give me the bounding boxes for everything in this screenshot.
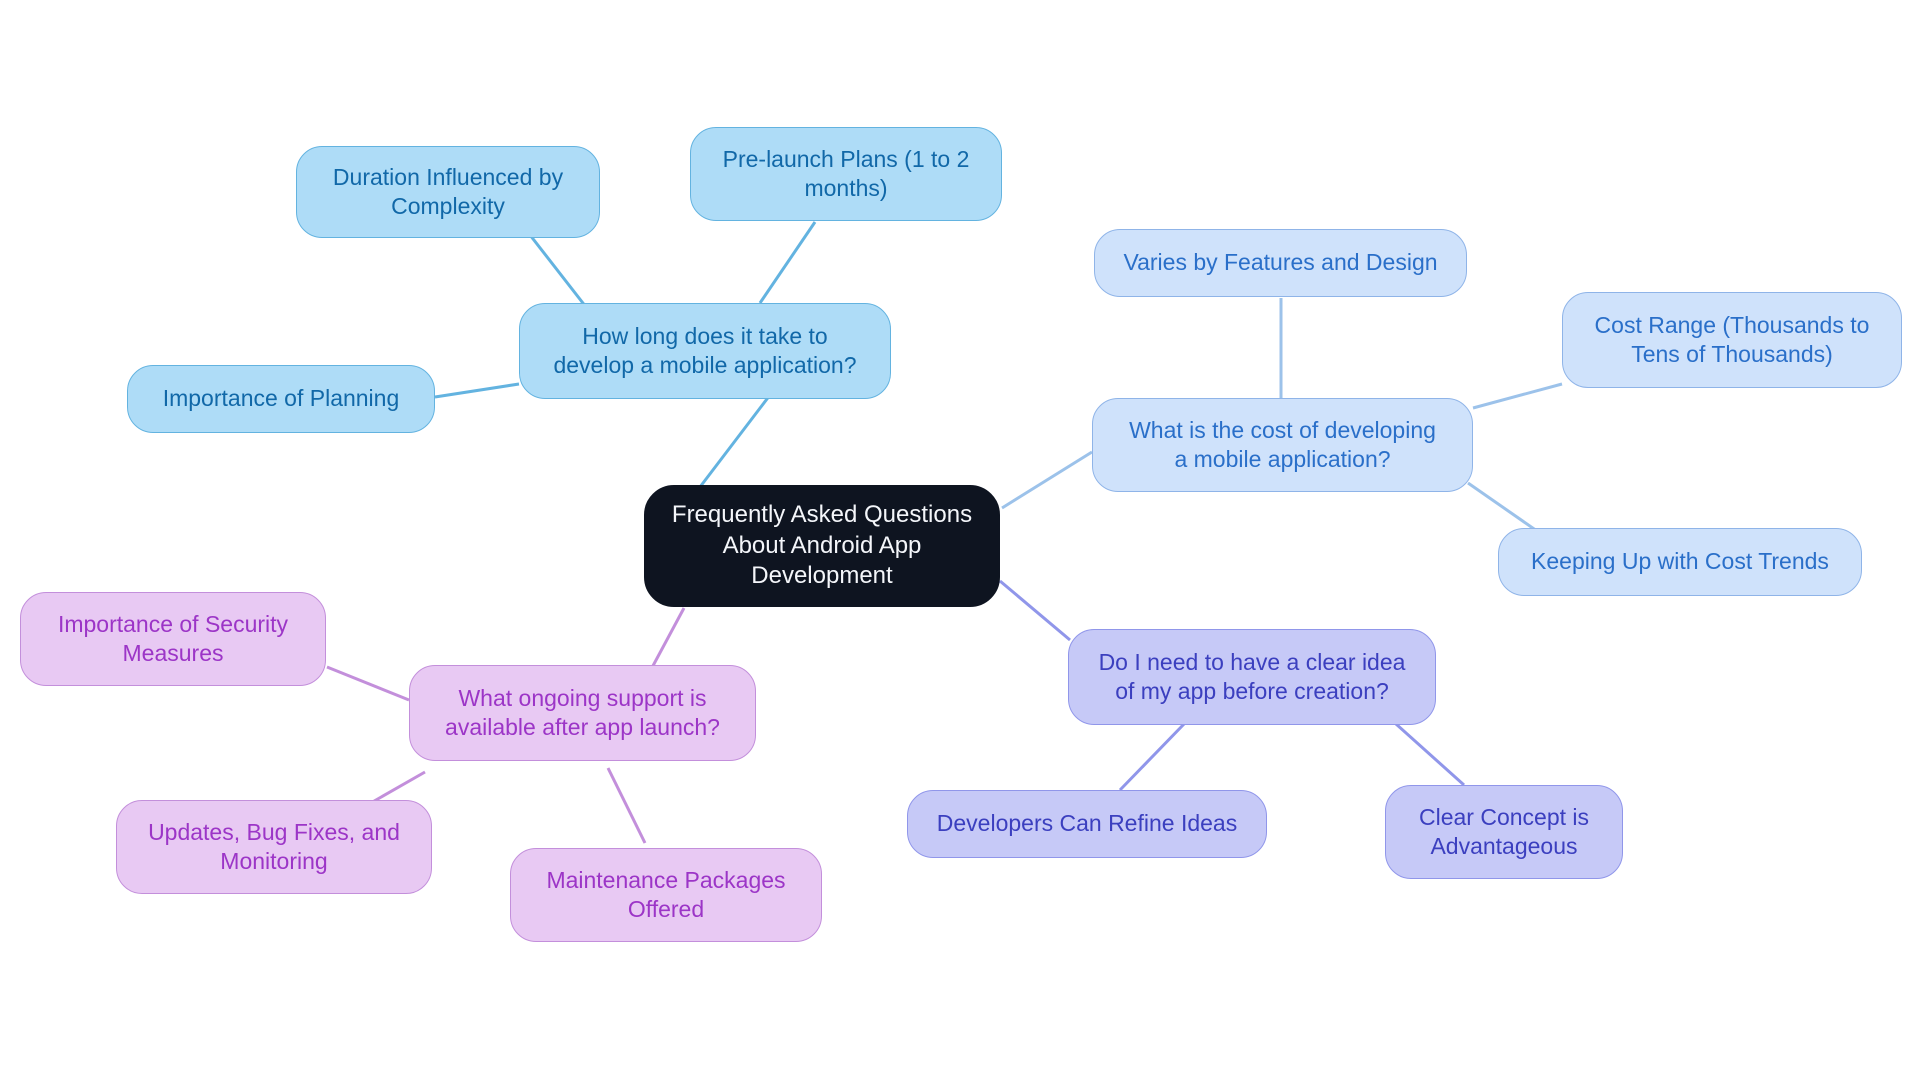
root-node-label: Frequently Asked Questions About Android… [671, 500, 973, 590]
branch-node-cost[interactable]: What is the cost of developing a mobile … [1092, 398, 1473, 492]
branch-node-cost-label: What is the cost of developing a mobile … [1129, 416, 1436, 472]
branch-node-clear-idea[interactable]: Do I need to have a clear idea of my app… [1068, 629, 1436, 725]
child-node-varies-features[interactable]: Varies by Features and Design [1094, 229, 1467, 297]
child-node-importance-planning[interactable]: Importance of Planning [127, 365, 435, 433]
edge-root-to-cost [1001, 450, 1093, 510]
edge-duration-to-planning [434, 382, 520, 399]
edge-support-to-security [326, 665, 410, 702]
edge-duration-to-prelaunch [758, 221, 817, 304]
branch-node-clear-idea-label: Do I need to have a clear idea of my app… [1098, 648, 1406, 704]
child-node-maintenance-packages[interactable]: Maintenance Packages Offered [510, 848, 822, 942]
child-node-cost-trends[interactable]: Keeping Up with Cost Trends [1498, 528, 1862, 596]
branch-node-support[interactable]: What ongoing support is available after … [409, 665, 756, 761]
child-node-updates-bugfixes-label: Updates, Bug Fixes, and Monitoring [148, 818, 400, 874]
child-node-cost-range-label: Cost Range (Thousands to Tens of Thousan… [1594, 311, 1870, 367]
child-node-refine-ideas[interactable]: Developers Can Refine Ideas [907, 790, 1267, 858]
child-node-importance-planning-label: Importance of Planning [162, 385, 400, 412]
child-node-duration-complexity-label: Duration Influenced by Complexity [332, 163, 564, 219]
child-node-security-measures[interactable]: Importance of Security Measures [20, 592, 326, 686]
edge-support-to-maintenance [606, 767, 647, 844]
child-node-clear-concept-label: Clear Concept is Advantageous [1418, 803, 1590, 859]
child-node-refine-ideas-label: Developers Can Refine Ideas [936, 810, 1238, 837]
mindmap-canvas: Frequently Asked Questions About Android… [0, 0, 1920, 1083]
edge-clearidea-to-concept [1394, 722, 1466, 787]
child-node-security-measures-label: Importance of Security Measures [57, 610, 289, 666]
child-node-maintenance-packages-label: Maintenance Packages Offered [546, 866, 786, 922]
branch-node-duration[interactable]: How long does it take to develop a mobil… [519, 303, 891, 399]
edge-cost-to-range [1472, 382, 1563, 410]
branch-node-duration-label: How long does it take to develop a mobil… [553, 322, 857, 378]
edge-clearidea-to-refine [1118, 721, 1187, 792]
child-node-prelaunch-plans[interactable]: Pre-launch Plans (1 to 2 months) [690, 127, 1002, 221]
child-node-clear-concept[interactable]: Clear Concept is Advantageous [1385, 785, 1623, 879]
branch-node-support-label: What ongoing support is available after … [445, 684, 720, 740]
edge-root-to-clearidea [999, 579, 1071, 642]
child-node-cost-range[interactable]: Cost Range (Thousands to Tens of Thousan… [1562, 292, 1902, 388]
child-node-cost-trends-label: Keeping Up with Cost Trends [1531, 548, 1829, 575]
child-node-updates-bugfixes[interactable]: Updates, Bug Fixes, and Monitoring [116, 800, 432, 894]
edge-root-to-duration [698, 394, 772, 488]
child-node-prelaunch-plans-label: Pre-launch Plans (1 to 2 months) [722, 145, 970, 201]
child-node-duration-complexity[interactable]: Duration Influenced by Complexity [296, 146, 600, 238]
child-node-varies-features-label: Varies by Features and Design [1123, 249, 1438, 276]
root-node[interactable]: Frequently Asked Questions About Android… [644, 485, 1000, 607]
